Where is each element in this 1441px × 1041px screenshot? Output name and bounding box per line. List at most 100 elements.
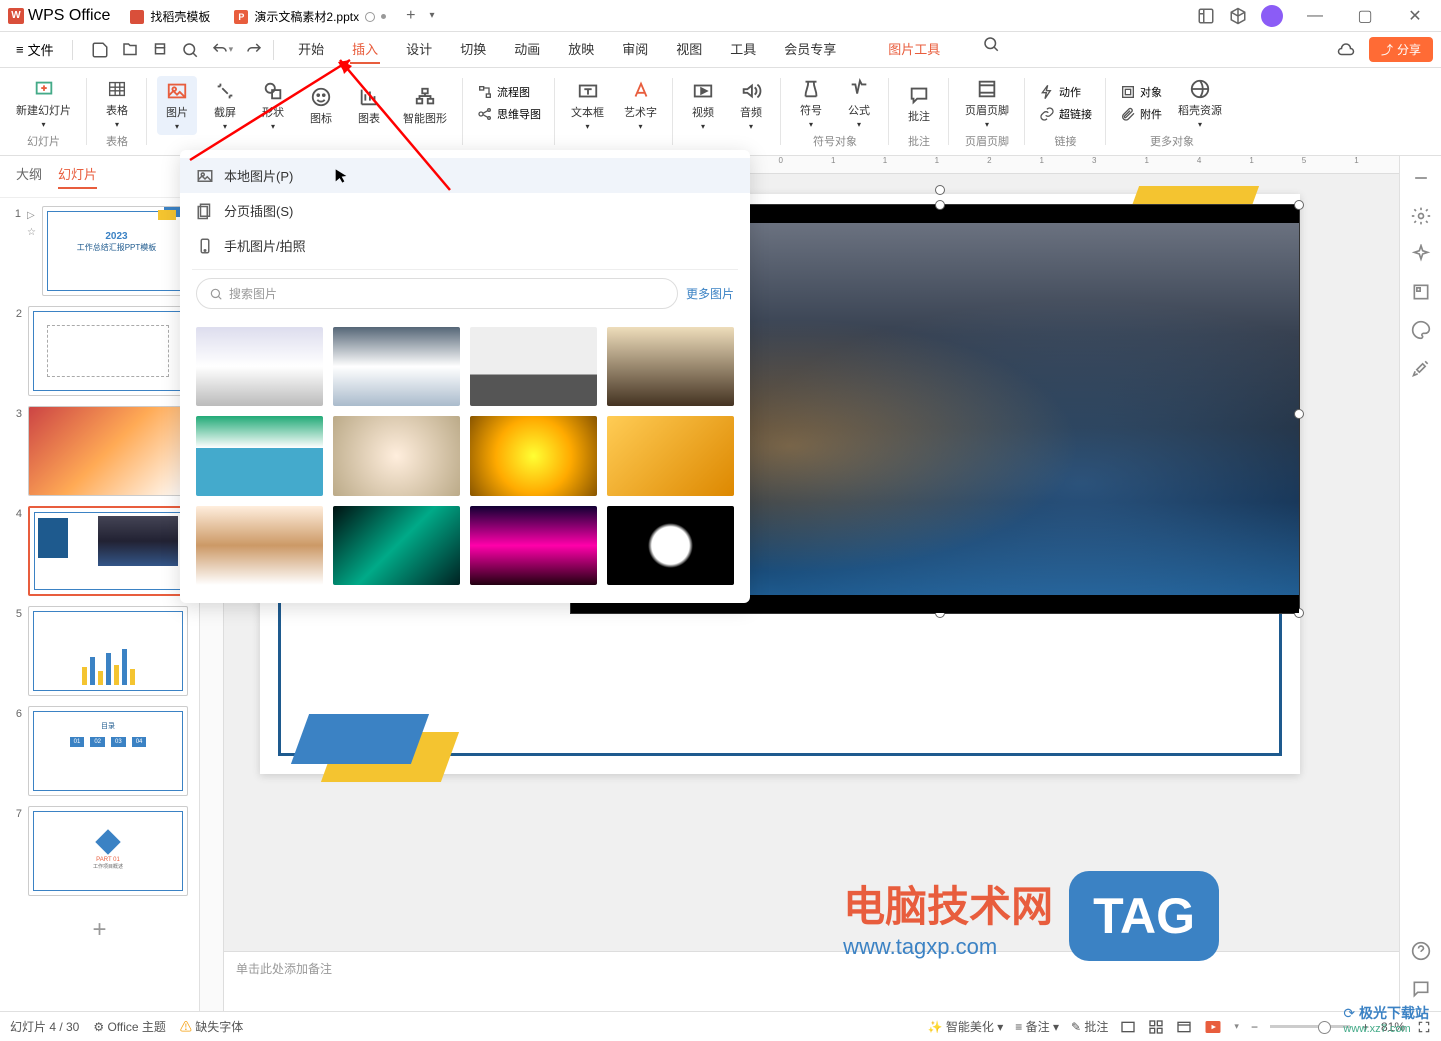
phone-picture-option[interactable]: 手机图片/拍照 bbox=[180, 228, 750, 263]
file-menu[interactable]: ≡ 文件 bbox=[8, 40, 62, 59]
menu-tab-review[interactable]: 审阅 bbox=[620, 35, 650, 64]
audio-button[interactable]: 音频▾ bbox=[731, 76, 771, 135]
stock-image-thumb[interactable] bbox=[333, 327, 460, 406]
cloud-icon[interactable] bbox=[1337, 41, 1355, 59]
menu-tab-slideshow[interactable]: 放映 bbox=[566, 35, 596, 64]
help-icon[interactable] bbox=[1411, 941, 1431, 961]
stock-image-thumb[interactable] bbox=[607, 506, 734, 585]
sorter-view-icon[interactable] bbox=[1148, 1019, 1164, 1035]
stock-image-thumb[interactable] bbox=[607, 327, 734, 406]
open-icon[interactable] bbox=[121, 41, 139, 59]
more-images-link[interactable]: 更多图片 bbox=[686, 285, 734, 302]
stock-image-thumb[interactable] bbox=[470, 327, 597, 406]
minus-icon[interactable] bbox=[1411, 168, 1431, 188]
slide-thumb-1[interactable]: 2023工作总结汇报PPT模板 bbox=[42, 206, 191, 296]
redo-icon[interactable] bbox=[245, 41, 263, 59]
stock-image-thumb[interactable] bbox=[333, 416, 460, 495]
stock-image-thumb[interactable] bbox=[196, 506, 323, 585]
beautify-button[interactable]: ✨ 智能美化 ▾ bbox=[928, 1018, 1004, 1035]
textbox-button[interactable]: 文本框▾ bbox=[565, 76, 610, 135]
comment-button[interactable]: 批注 bbox=[899, 80, 939, 128]
menu-tab-start[interactable]: 开始 bbox=[296, 35, 326, 64]
tab-templates[interactable]: 找稻壳模板 bbox=[120, 3, 220, 31]
slide-thumb-3[interactable] bbox=[28, 406, 188, 496]
tools-icon[interactable] bbox=[1411, 358, 1431, 378]
page-insert-option[interactable]: 分页插图(S) bbox=[180, 193, 750, 228]
object-button[interactable]: 对象 bbox=[1116, 82, 1166, 102]
missing-font-warning[interactable]: ⚠ 缺失字体 bbox=[180, 1018, 243, 1035]
minimize-button[interactable]: — bbox=[1297, 2, 1333, 30]
slide-thumb-5[interactable] bbox=[28, 606, 188, 696]
stock-image-thumb[interactable] bbox=[196, 416, 323, 495]
menu-tab-view[interactable]: 视图 bbox=[674, 35, 704, 64]
slides-tab[interactable]: 幻灯片 bbox=[58, 164, 97, 189]
equation-button[interactable]: 公式▾ bbox=[839, 74, 879, 133]
slideshow-icon[interactable] bbox=[1204, 1018, 1222, 1036]
hyperlink-button[interactable]: 超链接 bbox=[1035, 104, 1096, 124]
search-icon[interactable] bbox=[982, 35, 1000, 53]
slide-thumb-7[interactable]: PART 01工作项目概述 bbox=[28, 806, 188, 896]
preview-icon[interactable] bbox=[181, 41, 199, 59]
wordart-button[interactable]: 艺术字▾ bbox=[618, 76, 663, 135]
notes-toggle[interactable]: ≡ 备注 ▾ bbox=[1015, 1018, 1059, 1035]
slide-thumb-6[interactable]: 目录01020304 bbox=[28, 706, 188, 796]
close-button[interactable]: ✕ bbox=[1397, 2, 1433, 30]
menu-tab-picture-tools[interactable]: 图片工具 bbox=[886, 35, 942, 64]
theme-indicator[interactable]: ⚙ Office 主题 bbox=[93, 1018, 166, 1035]
maximize-button[interactable]: ▢ bbox=[1347, 2, 1383, 30]
stock-image-thumb[interactable] bbox=[607, 416, 734, 495]
video-button[interactable]: 视频▾ bbox=[683, 76, 723, 135]
add-slide-button[interactable]: + bbox=[92, 916, 106, 944]
outline-tab[interactable]: 大纲 bbox=[16, 164, 42, 189]
user-avatar[interactable] bbox=[1261, 5, 1283, 27]
chart-button[interactable]: 图表 bbox=[349, 82, 389, 130]
screenshot-button[interactable]: 截屏▾ bbox=[205, 76, 245, 135]
icons-button[interactable]: 图标 bbox=[301, 82, 341, 130]
new-slide-button[interactable]: 新建幻灯片▾ bbox=[10, 74, 77, 133]
comments-toggle[interactable]: ✎ 批注 bbox=[1071, 1018, 1108, 1035]
slide-thumb-4[interactable] bbox=[28, 506, 188, 596]
zoom-out-button[interactable]: − bbox=[1251, 1020, 1258, 1034]
settings-icon[interactable] bbox=[1411, 206, 1431, 226]
sparkle-icon[interactable] bbox=[1411, 244, 1431, 264]
stock-image-thumb[interactable] bbox=[196, 327, 323, 406]
mindmap-button[interactable]: 思维导图 bbox=[473, 104, 545, 124]
stock-image-thumb[interactable] bbox=[470, 416, 597, 495]
menu-tab-insert[interactable]: 插入 bbox=[350, 35, 380, 64]
slide-thumb-2[interactable] bbox=[28, 306, 188, 396]
cube-icon[interactable] bbox=[1229, 7, 1247, 25]
notes-area[interactable]: 单击此处添加备注 bbox=[224, 951, 1399, 1011]
menu-tab-tools[interactable]: 工具 bbox=[728, 35, 758, 64]
symbol-button[interactable]: 符号▾ bbox=[791, 74, 831, 133]
smartart-button[interactable]: 智能图形 bbox=[397, 82, 453, 130]
menu-tab-design[interactable]: 设计 bbox=[404, 35, 434, 64]
header-footer-button[interactable]: 页眉页脚▾ bbox=[959, 74, 1015, 133]
palette-icon[interactable] bbox=[1411, 320, 1431, 340]
template-icon[interactable] bbox=[1411, 282, 1431, 302]
tab-document[interactable]: P 演示文稿素材2.pptx bbox=[224, 3, 396, 31]
stock-image-thumb[interactable] bbox=[333, 506, 460, 585]
share-button[interactable]: ⤴ 分享 bbox=[1369, 37, 1433, 62]
menu-tab-transition[interactable]: 切换 bbox=[458, 35, 488, 64]
normal-view-icon[interactable] bbox=[1120, 1019, 1136, 1035]
menu-tab-member[interactable]: 会员专享 bbox=[782, 35, 838, 64]
new-tab-button[interactable]: + bbox=[398, 7, 423, 25]
rotate-handle[interactable] bbox=[935, 185, 945, 195]
docer-resources-button[interactable]: 稻壳资源▾ bbox=[1172, 74, 1228, 133]
flowchart-button[interactable]: 流程图 bbox=[473, 82, 545, 102]
picture-button[interactable]: 图片▾ bbox=[157, 76, 197, 135]
attachment-button[interactable]: 附件 bbox=[1116, 104, 1166, 124]
undo-icon[interactable] bbox=[211, 41, 229, 59]
action-button[interactable]: 动作 bbox=[1035, 82, 1096, 102]
tab-list-dropdown[interactable]: ▾ bbox=[423, 10, 440, 21]
print-icon[interactable] bbox=[151, 41, 169, 59]
stock-image-thumb[interactable] bbox=[470, 506, 597, 585]
menu-tab-animation[interactable]: 动画 bbox=[512, 35, 542, 64]
shapes-button[interactable]: 形状▾ bbox=[253, 76, 293, 135]
table-button[interactable]: 表格▾ bbox=[97, 74, 137, 133]
image-search-input[interactable]: 搜索图片 bbox=[196, 278, 678, 309]
reading-view-icon[interactable] bbox=[1176, 1019, 1192, 1035]
layout-icon[interactable] bbox=[1197, 7, 1215, 25]
local-picture-option[interactable]: 本地图片(P) bbox=[180, 158, 750, 193]
feedback-icon[interactable] bbox=[1411, 979, 1431, 999]
